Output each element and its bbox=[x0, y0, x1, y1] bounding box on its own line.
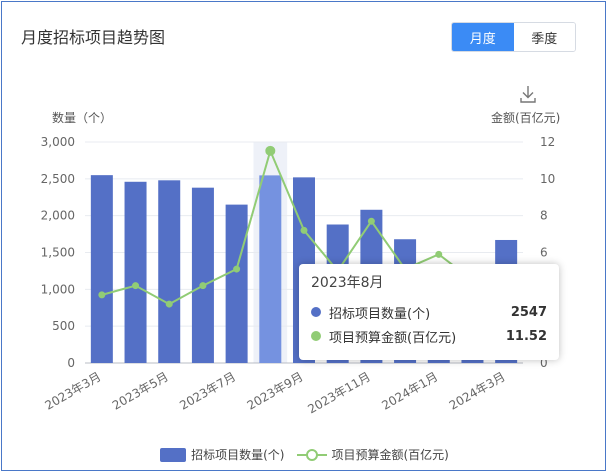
legend-label-amount: 项目预算金额(百亿元) bbox=[331, 448, 449, 462]
tooltip-value-amount: 11.52 bbox=[505, 328, 547, 344]
x-tick-label: 2023年11月 bbox=[305, 369, 372, 416]
combo-chart: 05001,0001,5002,0002,5003,00002468101220… bbox=[41, 135, 556, 417]
chart-legend: 招标项目数量(个) 项目预算金额(百亿元) bbox=[2, 446, 607, 463]
bar bbox=[158, 180, 181, 363]
tooltip-row-amount: 项目预算金额(百亿元) 11.52 bbox=[311, 324, 547, 348]
legend-item-amount[interactable]: 项目预算金额(百亿元) bbox=[296, 446, 449, 463]
bar bbox=[225, 204, 248, 363]
bar bbox=[124, 181, 147, 363]
chart-tooltip: 2023年8月 招标项目数量(个) 2547 项目预算金额(百亿元) 11.52 bbox=[299, 264, 559, 360]
chart-card: 月度招标项目趋势图 月度 季度 数量（个） 金额(百亿元) 0 500 1,000 1… bbox=[1, 1, 606, 471]
x-tick-label: 2024年1月 bbox=[379, 369, 440, 412]
bar bbox=[191, 187, 214, 363]
line-point bbox=[165, 300, 173, 308]
line-point bbox=[132, 282, 140, 290]
y-left-tick-label: 2,500 bbox=[41, 172, 75, 186]
legend-bar-swatch bbox=[160, 447, 187, 462]
tooltip-label-amount: 项目预算金额(百亿元) bbox=[329, 330, 457, 346]
y-left-tick-label: 1,000 bbox=[41, 282, 75, 296]
legend-label-count: 招标项目数量(个) bbox=[191, 448, 285, 462]
tooltip-title: 2023年8月 bbox=[311, 275, 384, 291]
y-left-tick-label: 0 bbox=[67, 356, 75, 370]
bar-series-dot bbox=[311, 307, 321, 317]
legend-line-swatch bbox=[296, 448, 327, 461]
line-point bbox=[435, 250, 443, 258]
x-tick-label: 2023年3月 bbox=[42, 369, 103, 412]
y-right-tick-label: 6 bbox=[540, 246, 548, 260]
tooltip-label-count: 招标项目数量(个) bbox=[329, 306, 431, 322]
line-point bbox=[300, 226, 308, 234]
tooltip-row-count: 招标项目数量(个) 2547 bbox=[311, 300, 547, 324]
y-right-tick-label: 8 bbox=[540, 209, 548, 223]
line-series-dot bbox=[311, 331, 321, 341]
y-left-tick-label: 2,000 bbox=[41, 209, 75, 223]
x-tick-label: 2023年5月 bbox=[110, 369, 171, 412]
bar bbox=[259, 175, 282, 363]
line-point bbox=[265, 145, 276, 156]
line-point bbox=[233, 265, 241, 273]
tooltip-value-count: 2547 bbox=[510, 304, 547, 320]
y-right-tick-label: 10 bbox=[540, 172, 555, 186]
x-tick-label: 2023年7月 bbox=[177, 369, 238, 412]
y-left-tick-label: 1,500 bbox=[41, 246, 75, 260]
y-left-tick-label: 3,000 bbox=[41, 135, 75, 149]
line-point bbox=[199, 282, 207, 290]
bar bbox=[90, 175, 113, 363]
x-tick-label: 2024年3月 bbox=[447, 369, 508, 412]
line-point bbox=[367, 217, 375, 225]
legend-item-count[interactable]: 招标项目数量(个) bbox=[160, 446, 285, 463]
y-right-tick-label: 12 bbox=[540, 135, 555, 149]
y-left-tick-label: 500 bbox=[52, 319, 75, 333]
x-tick-label: 2023年9月 bbox=[245, 369, 306, 412]
line-point bbox=[98, 291, 106, 299]
